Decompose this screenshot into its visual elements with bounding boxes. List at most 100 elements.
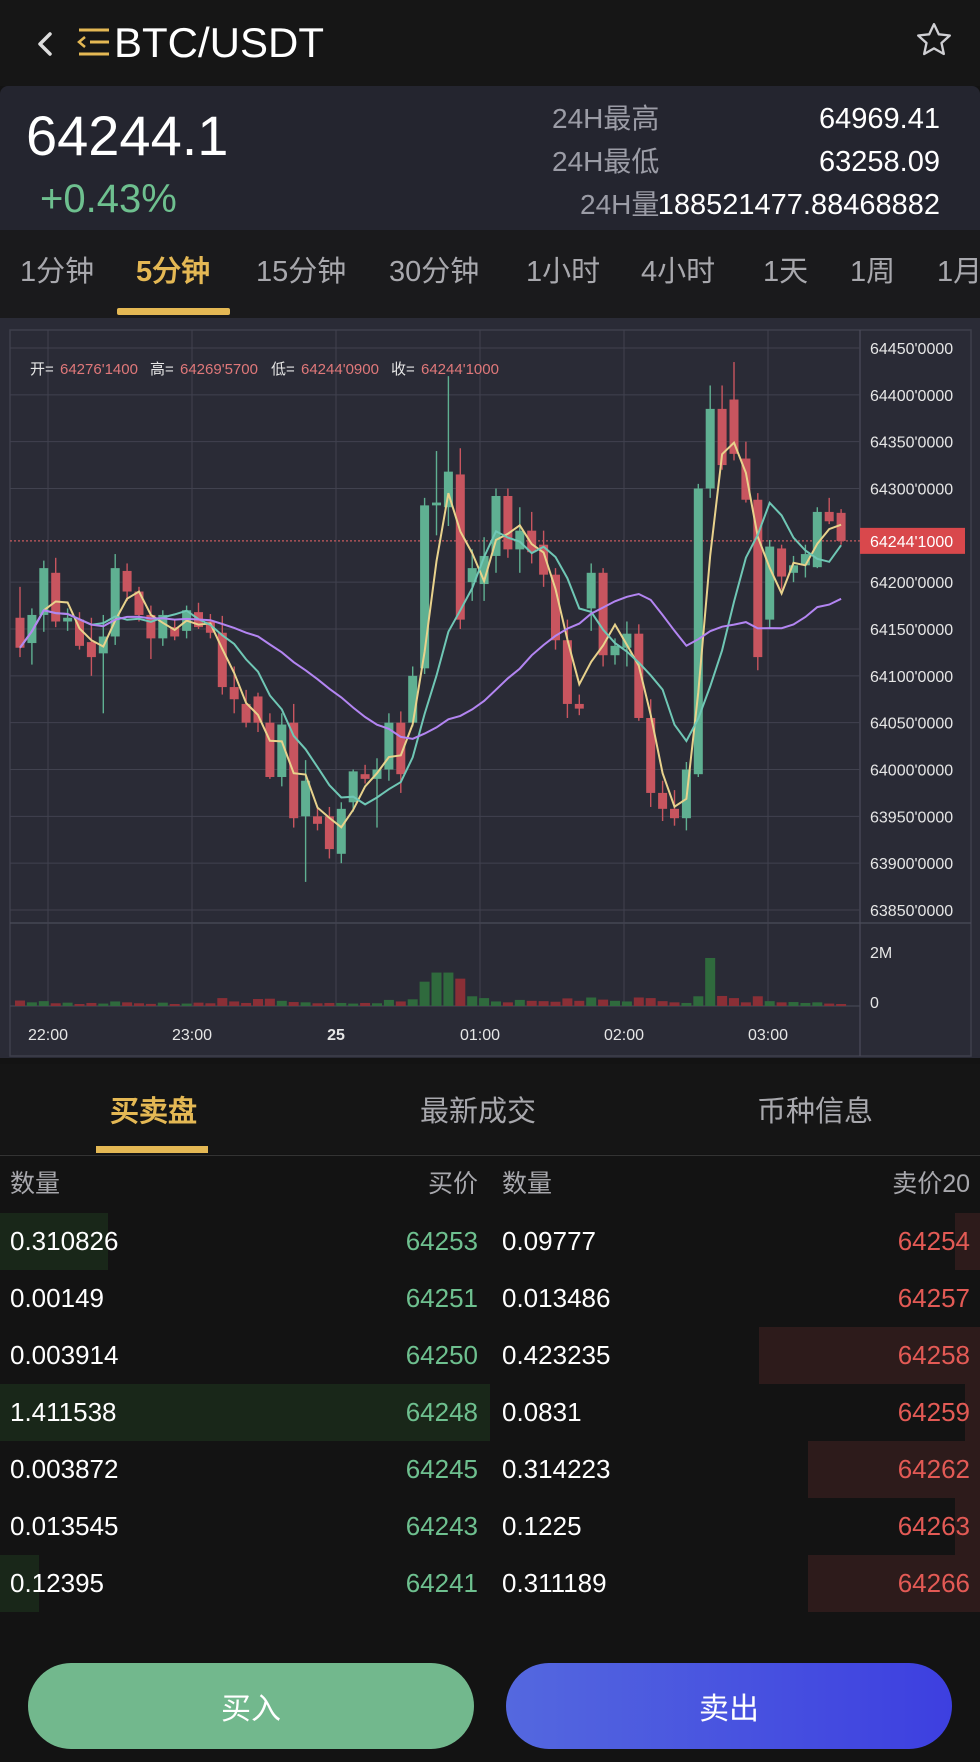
- bid-qty: 0.00149: [10, 1283, 104, 1313]
- volume-bar: [372, 1003, 382, 1006]
- back-icon[interactable]: [30, 20, 62, 68]
- ask-qty: 0.0831: [502, 1397, 582, 1427]
- ohlc-low-value: 64244'0900: [301, 361, 379, 378]
- volume-bar: [800, 1002, 811, 1006]
- ask-qty: 0.423235: [502, 1340, 611, 1370]
- kline-chart[interactable]: 22:00 23:00 25 01:00 02:00 03:00 64450'0000 644…: [0, 318, 980, 1058]
- volume-bar: [598, 999, 609, 1006]
- volume-bar: [836, 1004, 847, 1006]
- volume-bar: [502, 1002, 513, 1006]
- volume-bar: [300, 1002, 311, 1006]
- timeframe-1w[interactable]: 1周: [850, 252, 895, 292]
- bid-price: 64251: [405, 1283, 478, 1313]
- x-tick-label: 22:00: [28, 1027, 68, 1044]
- x-tick-label: 23:00: [172, 1027, 212, 1044]
- timeframe-1m[interactable]: 1分钟: [20, 252, 94, 292]
- x-tick-label: 03:00: [748, 1027, 788, 1044]
- volume-bar: [669, 1002, 680, 1006]
- ohlc-high-value: 64269'5700: [180, 361, 258, 378]
- candle-body: [86, 642, 96, 658]
- timeframe-4h[interactable]: 4小时: [641, 252, 715, 292]
- ask-qty: 0.013486: [502, 1283, 611, 1313]
- ask-qty: 0.09777: [502, 1226, 596, 1256]
- volume-bar: [395, 1001, 406, 1006]
- volume-bar: [98, 1003, 109, 1006]
- candle-body: [336, 808, 346, 854]
- volume-bar: [348, 1003, 359, 1006]
- pair-title[interactable]: BTC/USDT: [114, 18, 324, 68]
- bid-qty: 0.12395: [10, 1568, 104, 1598]
- volume-bar: [288, 1002, 299, 1006]
- volume-bar: [491, 1001, 501, 1006]
- volume-bar: [657, 1001, 668, 1006]
- volume-bar: [467, 996, 478, 1006]
- star-icon[interactable]: [914, 20, 954, 60]
- timeframe-15m[interactable]: 15分钟: [256, 252, 346, 292]
- orderbook-row[interactable]: 0.003914 64250 0.423235 64258: [0, 1327, 980, 1384]
- timeframe-30m[interactable]: 30分钟: [389, 252, 479, 292]
- volume-bar: [824, 1003, 835, 1006]
- high-value: 64969.41: [819, 103, 940, 135]
- volume-bar: [752, 996, 763, 1006]
- candle-body: [63, 617, 73, 622]
- current-price-tag-label: 64244'1000: [870, 534, 953, 551]
- sell-button[interactable]: 卖出: [506, 1663, 952, 1749]
- orderbook-row[interactable]: 0.00149 64251 0.013486 64257: [0, 1270, 980, 1327]
- orderbook-row[interactable]: 0.310826 64253 0.09777 64254: [0, 1213, 980, 1270]
- timeframe-5m[interactable]: 5分钟: [136, 252, 210, 292]
- bid-qty: 0.310826: [10, 1226, 119, 1256]
- timeframe-1h[interactable]: 1小时: [526, 252, 600, 292]
- volume-bar: [122, 1002, 133, 1006]
- y-tick-label: 64300'0000: [870, 482, 953, 499]
- volume-bar: [229, 1001, 240, 1006]
- volume-bar: [776, 1002, 787, 1006]
- timeframe-1mo[interactable]: 1月: [937, 252, 980, 292]
- y-tick-label: 64350'0000: [870, 435, 953, 452]
- orderbook-row[interactable]: 0.12395 64241 0.311189 64266: [0, 1555, 980, 1612]
- volume-bar: [812, 1002, 823, 1006]
- volume-bar: [253, 999, 263, 1006]
- menu-icon[interactable]: [76, 26, 112, 58]
- y-tick-label: 64100'0000: [870, 669, 953, 686]
- candle-body: [360, 774, 370, 779]
- volume-bar: [264, 998, 275, 1006]
- volume-tick-label: 2M: [870, 945, 892, 962]
- candle-body: [551, 574, 560, 641]
- y-tick-label: 63900'0000: [870, 856, 953, 873]
- volume-bar: [38, 1001, 49, 1006]
- volume-bar: [621, 1001, 632, 1006]
- tab-coin-info[interactable]: 币种信息: [757, 1092, 873, 1132]
- volume-bar: [360, 1002, 371, 1006]
- volume-bar: [110, 1001, 121, 1006]
- volume-bar: [633, 997, 644, 1006]
- tab-orderbook[interactable]: 买卖盘: [110, 1092, 197, 1132]
- buy-button[interactable]: 买入: [28, 1663, 474, 1749]
- tab-latest-trades[interactable]: 最新成交: [420, 1092, 536, 1132]
- timeframe-1d[interactable]: 1天: [763, 252, 808, 292]
- volume-bar: [157, 1002, 168, 1006]
- candle-body: [491, 495, 501, 556]
- volume-bar: [645, 998, 656, 1006]
- orderbook-row[interactable]: 0.013545 64243 0.1225 64263: [0, 1498, 980, 1555]
- bid-price: 64253: [405, 1226, 478, 1256]
- volume-bar: [538, 1001, 549, 1006]
- change-percent: +0.43%: [40, 177, 177, 221]
- ohlc-close-label: 收=: [391, 361, 415, 378]
- bid-qty: 1.411538: [10, 1397, 117, 1427]
- candle-body: [265, 722, 275, 777]
- candle-body: [27, 614, 37, 644]
- volume-bar: [193, 1002, 204, 1006]
- section-tab-active-indicator: [96, 1146, 208, 1153]
- bid-qty: 0.003914: [10, 1340, 119, 1370]
- x-tick-label: 01:00: [460, 1027, 500, 1044]
- orderbook-row[interactable]: 0.003872 64245 0.314223 64262: [0, 1441, 980, 1498]
- bid-qty: 0.003872: [10, 1454, 119, 1484]
- y-tick-label: 64050'0000: [870, 716, 953, 733]
- volume-bar: [312, 1003, 323, 1006]
- orderbook-row[interactable]: 1.411538 64248 0.0831 64259: [0, 1384, 980, 1441]
- y-tick-label: 63850'0000: [870, 903, 953, 920]
- volume-bar: [550, 1001, 561, 1006]
- ask-qty: 0.1225: [502, 1511, 582, 1541]
- volume-bar: [764, 1001, 775, 1006]
- volume-bar: [26, 1002, 37, 1006]
